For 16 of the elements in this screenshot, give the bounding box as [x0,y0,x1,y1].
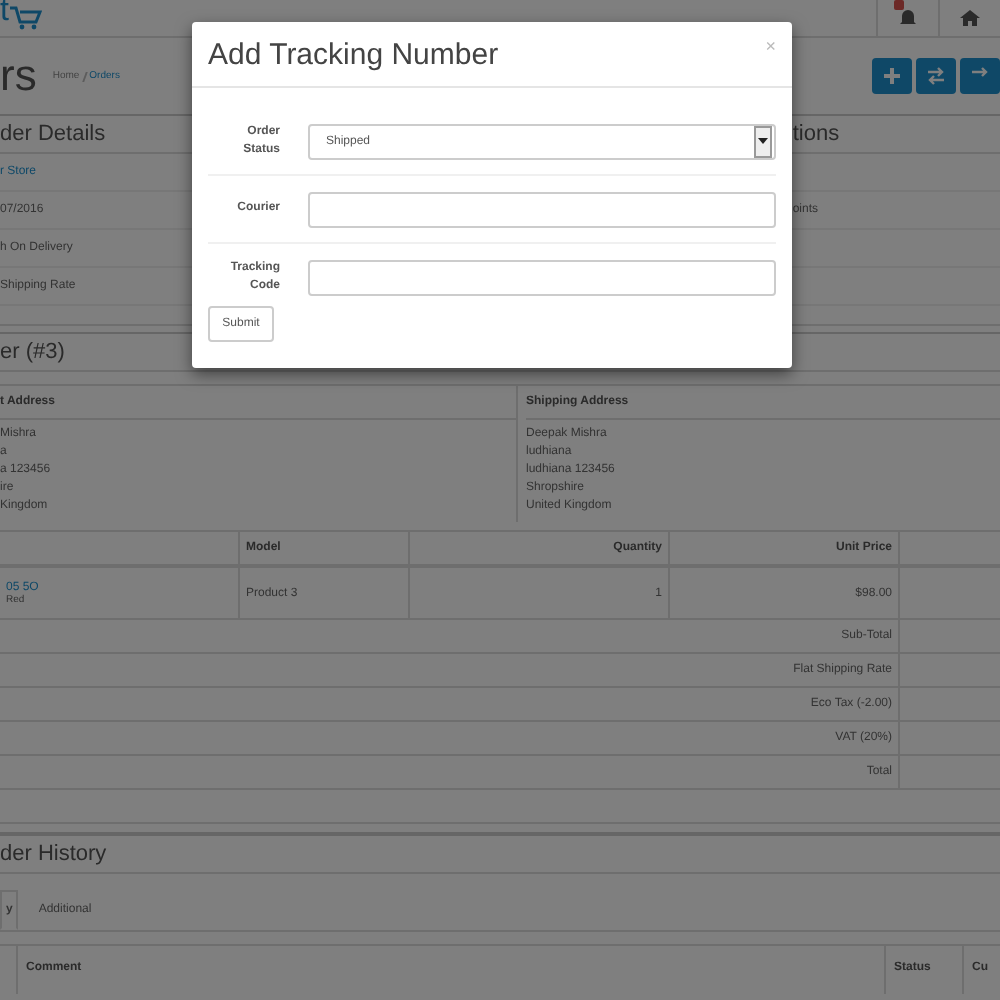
close-button[interactable]: × [765,36,776,56]
action-button[interactable] [960,58,1000,94]
cart-icon [10,6,43,30]
page-title: rs [0,50,37,102]
dialog-title: Add Tracking Number [208,37,499,71]
add-button[interactable] [872,58,912,94]
plus-icon [882,66,902,86]
home-icon [960,8,980,28]
logo-text: t [0,0,9,28]
panel-title: der History [0,836,1000,874]
bell-icon [898,8,918,28]
exchange-icon [926,66,946,86]
notification-badge [894,0,904,10]
input-field[interactable] [308,259,776,295]
action-button[interactable] [916,58,956,94]
input-field[interactable] [308,191,776,227]
